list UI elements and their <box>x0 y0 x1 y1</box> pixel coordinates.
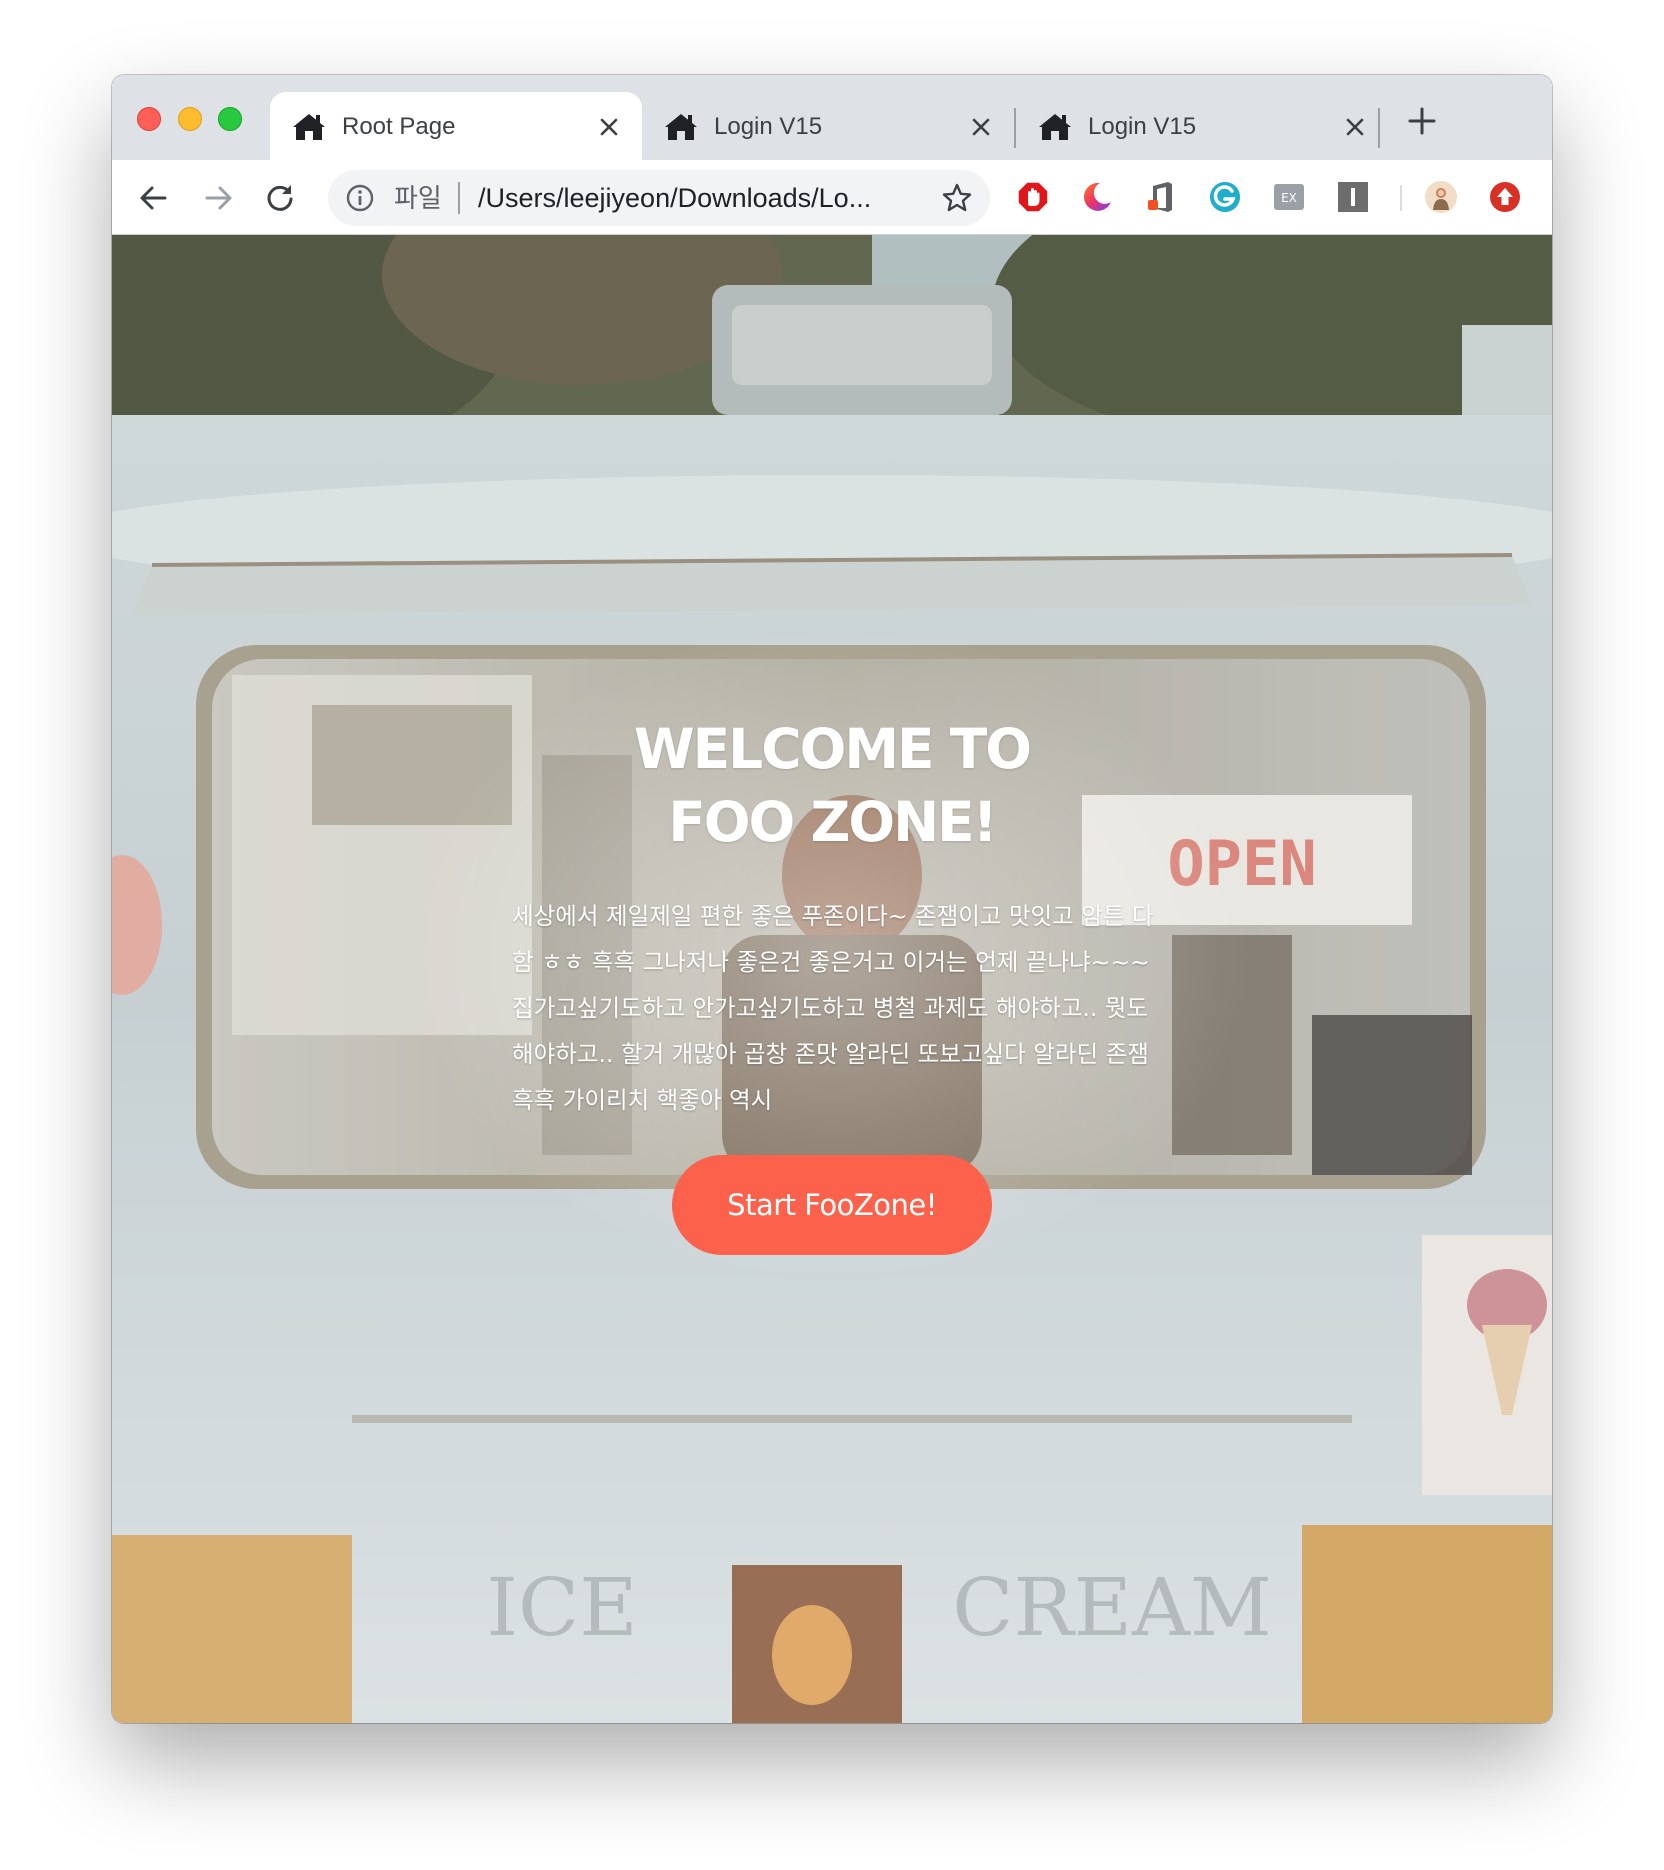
minimize-window-button[interactable] <box>178 107 202 131</box>
new-tab-plus-icon[interactable] <box>1408 107 1436 135</box>
bookmark-star-icon[interactable] <box>942 183 972 213</box>
browser-window: Root Page Login V15 Login V15 파일 /Users/… <box>112 75 1552 1723</box>
browser-toolbar: 파일 /Users/leejiyeon/Downloads/Lo... EX <box>112 160 1552 235</box>
tab-root-page[interactable]: Root Page <box>270 92 642 160</box>
tab-strip: Root Page Login V15 Login V15 <box>112 75 1552 160</box>
start-foozone-button[interactable]: Start FooZone! <box>672 1155 992 1255</box>
maximize-window-button[interactable] <box>218 107 242 131</box>
tab-separator <box>1378 108 1380 148</box>
back-arrow-icon[interactable] <box>138 182 170 214</box>
tab-title: Login V15 <box>714 113 823 140</box>
tab-login-v15-2[interactable]: Login V15 <box>1016 92 1388 160</box>
scheme-label: 파일 <box>394 183 442 213</box>
adblock-icon[interactable] <box>1016 180 1050 214</box>
home-icon <box>1039 114 1071 140</box>
info-icon[interactable] <box>346 184 374 212</box>
tab-title: Root Page <box>342 113 456 140</box>
tab-title: Login V15 <box>1088 113 1197 140</box>
url-text[interactable]: /Users/leejiyeon/Downloads/Lo... <box>478 182 871 214</box>
hero-description: 세상에서 제일제일 편한 좋은 푸존이다~ 존잼이고 맛잇고 암튼 다함 ㅎㅎ … <box>512 902 1154 1114</box>
instapaper-icon[interactable] <box>1336 180 1370 214</box>
night-mode-icon[interactable] <box>1080 180 1114 214</box>
omnibox-divider <box>458 182 460 214</box>
home-icon <box>293 114 325 140</box>
close-icon[interactable] <box>970 116 992 138</box>
office-icon[interactable] <box>1144 180 1178 214</box>
address-bar[interactable]: 파일 /Users/leejiyeon/Downloads/Lo... <box>328 170 990 226</box>
upload-icon[interactable] <box>1488 180 1522 214</box>
hero-title: WELCOME TO FOO ZONE! <box>532 713 1132 859</box>
profile-avatar[interactable] <box>1424 180 1458 214</box>
svg-text:EX: EX <box>1281 191 1297 205</box>
toolbar-separator <box>1400 185 1402 211</box>
ex-icon[interactable]: EX <box>1272 180 1306 214</box>
hero-title-line-2: FOO ZONE! <box>668 790 998 854</box>
close-icon[interactable] <box>598 116 620 138</box>
hero-section: WELCOME TO FOO ZONE! 세상에서 제일제일 편한 좋은 푸존이… <box>112 235 1552 1723</box>
close-icon[interactable] <box>1344 116 1366 138</box>
tab-login-v15[interactable]: Login V15 <box>642 92 1014 160</box>
page-content: OPEN ICE CREAM WELCOME TO FOO ZONE! 세상에서… <box>112 235 1552 1723</box>
reload-icon[interactable] <box>264 182 296 214</box>
home-icon <box>665 114 697 140</box>
grammarly-icon[interactable] <box>1208 180 1242 214</box>
hero-title-line-1: WELCOME TO <box>633 717 1032 781</box>
forward-arrow-icon[interactable] <box>202 182 234 214</box>
close-window-button[interactable] <box>137 107 161 131</box>
